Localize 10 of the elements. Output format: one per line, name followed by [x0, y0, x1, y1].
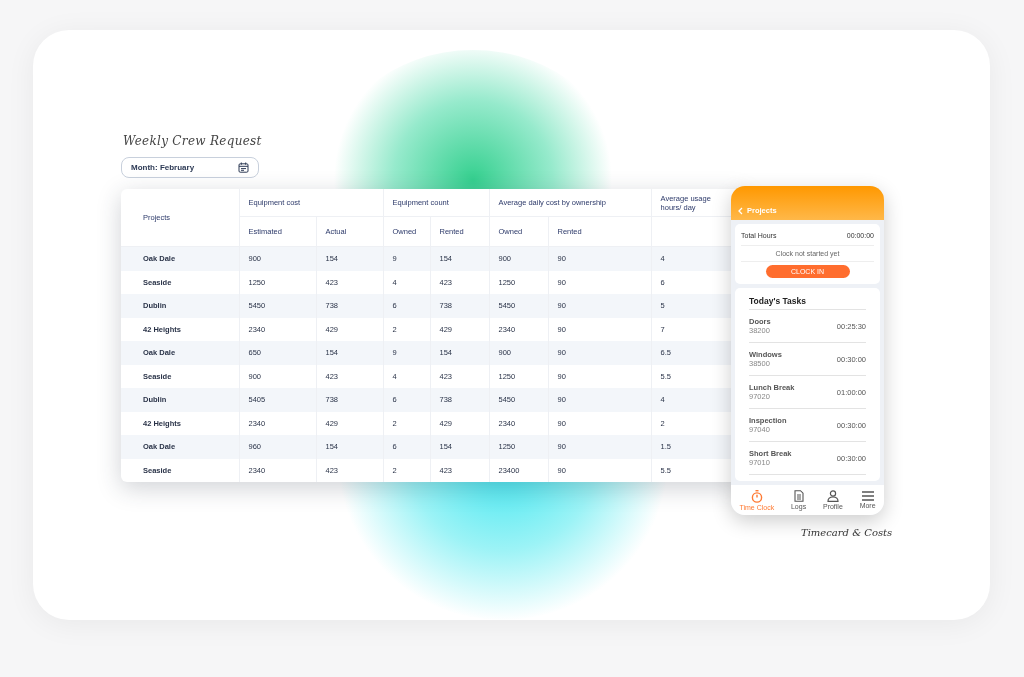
tasks-title: Today's Tasks	[749, 296, 866, 310]
calendar-icon	[238, 162, 249, 173]
menu-icon	[861, 491, 874, 501]
person-icon	[826, 490, 839, 502]
chevron-left-icon	[738, 206, 743, 215]
page-title: Weekly Crew Request	[123, 134, 262, 148]
caption: Timecard & Costs	[801, 527, 893, 538]
document-icon	[793, 490, 804, 502]
stopwatch-icon	[750, 489, 763, 503]
month-field[interactable]: Month: February	[121, 157, 259, 178]
